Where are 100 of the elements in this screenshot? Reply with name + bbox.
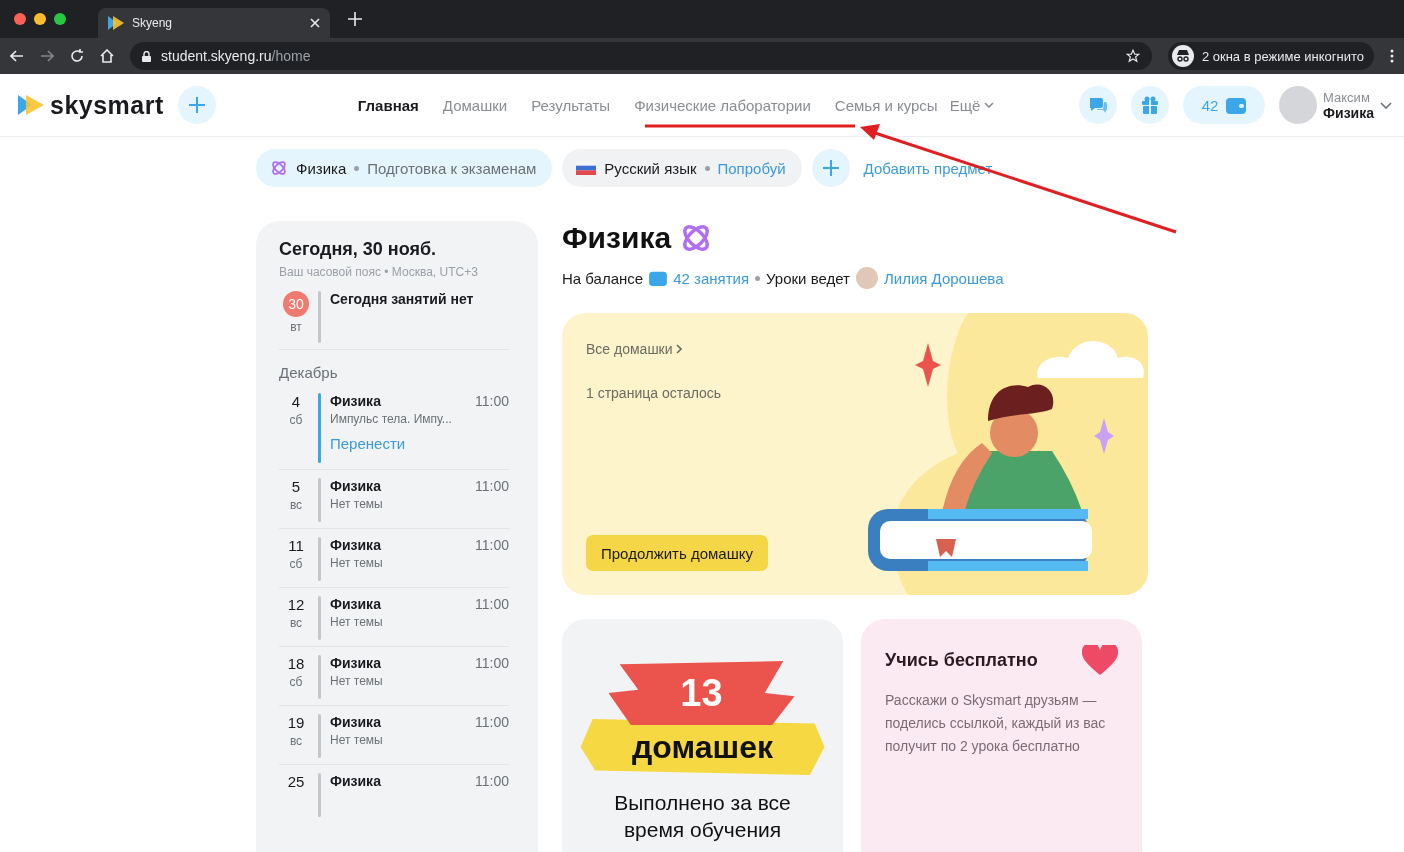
- close-icon[interactable]: [310, 18, 320, 28]
- day-number: 19: [287, 714, 305, 731]
- lesson-item[interactable]: Физика 11:00 Нет темы: [330, 655, 509, 699]
- gift-button[interactable]: [1131, 86, 1170, 124]
- close-window-button[interactable]: [14, 13, 26, 25]
- weekday: сб: [289, 413, 303, 427]
- play-logo-icon: [18, 95, 44, 115]
- logo-text[interactable]: skysmart: [50, 90, 164, 120]
- day-number: 12: [287, 596, 305, 613]
- bullet-dot: [755, 275, 760, 281]
- referral-title: Учись бесплатно: [885, 649, 1038, 671]
- plus-icon: [821, 159, 840, 177]
- lesson-item[interactable]: Физика 11:00 Импульс тела. Импу... Перенести: [330, 393, 509, 463]
- chevron-right-icon: [676, 344, 683, 354]
- subject-chip[interactable]: Физика Подготовка к экзаменам: [256, 149, 553, 187]
- timezone-text: Ваш часовой пояс • Москва, UTC+3: [279, 265, 479, 279]
- lesson-topic: Нет темы: [330, 674, 384, 688]
- home-icon[interactable]: [100, 49, 114, 63]
- lesson-time: 11:00: [475, 596, 509, 612]
- back-arrow-icon[interactable]: [10, 49, 24, 63]
- weekday: вс: [289, 616, 303, 630]
- bullet-dot: [354, 165, 360, 171]
- plus-icon: [187, 96, 206, 114]
- schedule-title: Сегодня, 30 нояб.: [279, 239, 438, 260]
- lesson-time: 11:00: [475, 478, 509, 494]
- weekday: вс: [289, 498, 303, 512]
- day-number: 25: [287, 773, 305, 790]
- continue-homework-button[interactable]: Продолжить домашку: [586, 535, 768, 571]
- weekday: сб: [289, 675, 303, 689]
- atom-icon: [270, 159, 288, 177]
- user-subject: Физика: [1323, 104, 1374, 121]
- incognito-badge[interactable]: 2 окна в режиме инкогнито: [1167, 42, 1374, 70]
- weekday: вс: [289, 734, 303, 748]
- minimize-window-button[interactable]: [34, 13, 46, 25]
- chat-icon: [1088, 95, 1109, 115]
- stats-caption: Выполнено за все время обучения: [613, 790, 792, 843]
- lesson-topic: Нет темы: [330, 556, 384, 570]
- tab-title: Skyeng: [132, 16, 174, 30]
- referral-text: Расскажи о Skysmart друзьям — поделись ссылкой, каждый из вас получит по 2 урока бесплатно: [885, 691, 1107, 756]
- day-number: 5: [291, 478, 301, 495]
- no-lessons-text: Сегодня занятий нет: [330, 291, 475, 307]
- nav-link[interactable]: Главная: [345, 96, 431, 114]
- wallet-icon: [649, 270, 668, 286]
- lesson-subject: Физика: [330, 655, 381, 671]
- month-label: Декабрь: [279, 364, 339, 381]
- lesson-time: 11:00: [475, 655, 509, 671]
- weekday: вт: [290, 320, 302, 334]
- lesson-topic: Импульс тела. Импу...: [330, 412, 453, 426]
- star-icon[interactable]: [1125, 49, 1140, 63]
- all-homework-link[interactable]: Все домашки: [586, 341, 1124, 357]
- wallet-icon: [1226, 96, 1247, 114]
- lesson-subject: Физика: [330, 537, 381, 553]
- lesson-subject: Физика: [330, 393, 381, 409]
- url-text: student.skyeng.ru/home: [161, 48, 312, 64]
- teacher-label: Уроки ведет: [766, 269, 850, 287]
- gift-icon: [1140, 95, 1161, 115]
- maximize-window-button[interactable]: [54, 13, 66, 25]
- subject-chip[interactable]: Русский язык Попробуй: [562, 149, 802, 187]
- lesson-subject: Физика: [330, 596, 381, 612]
- lesson-item[interactable]: Физика 11:00 Нет темы: [330, 537, 509, 581]
- chat-button[interactable]: [1079, 86, 1118, 124]
- menu-dots-icon[interactable]: [1390, 49, 1394, 63]
- balance-label: На балансе: [562, 269, 644, 287]
- lesson-time: 11:00: [475, 393, 509, 409]
- lesson-time: 11:00: [475, 714, 509, 730]
- lesson-topic: Нет темы: [330, 733, 384, 747]
- pages-remaining-text: 1 страница осталось: [586, 385, 723, 401]
- lesson-topic: Нет темы: [330, 615, 384, 629]
- avatar: [1279, 86, 1318, 124]
- day-number: 4: [291, 393, 301, 410]
- lesson-time: 11:00: [475, 537, 509, 553]
- lesson-item[interactable]: Физика 11:00 Нет темы: [330, 596, 509, 640]
- course-title: Физика: [562, 221, 672, 255]
- today-date-badge: 30: [283, 291, 309, 317]
- weekday: сб: [289, 557, 303, 571]
- play-logo-icon: [108, 16, 124, 30]
- incognito-icon: [1171, 45, 1194, 67]
- lesson-subject: Физика: [330, 773, 381, 789]
- lesson-item[interactable]: Физика 11:00 Нет темы: [330, 478, 509, 522]
- new-tab-icon[interactable]: [348, 12, 362, 26]
- teacher-avatar: [855, 267, 878, 289]
- reload-icon[interactable]: [70, 49, 84, 63]
- day-number: 18: [287, 655, 305, 672]
- lesson-item[interactable]: Физика 11:00: [330, 773, 509, 817]
- add-button[interactable]: [177, 86, 216, 124]
- user-name: Максим: [1323, 89, 1371, 105]
- incognito-label: 2 окна в режиме инкогнито: [1201, 48, 1364, 64]
- browser-tab[interactable]: Skyeng: [98, 8, 330, 38]
- lesson-subject: Физика: [330, 478, 381, 494]
- lesson-item[interactable]: Физика 11:00 Нет темы: [330, 714, 509, 758]
- lesson-subject: Физика: [330, 714, 381, 730]
- address-bar[interactable]: student.skyeng.ru/home: [130, 42, 1152, 70]
- lesson-topic: Нет темы: [330, 497, 384, 511]
- bullet-dot: [704, 165, 710, 171]
- homework-count-badge: домашек 13: [580, 661, 825, 785]
- user-menu[interactable]: Максим Физика: [1279, 86, 1392, 124]
- add-subject-button[interactable]: [811, 149, 850, 187]
- chevron-down-icon: [1380, 101, 1392, 109]
- day-number: 11: [288, 537, 304, 554]
- forward-arrow-icon[interactable]: [40, 49, 54, 63]
